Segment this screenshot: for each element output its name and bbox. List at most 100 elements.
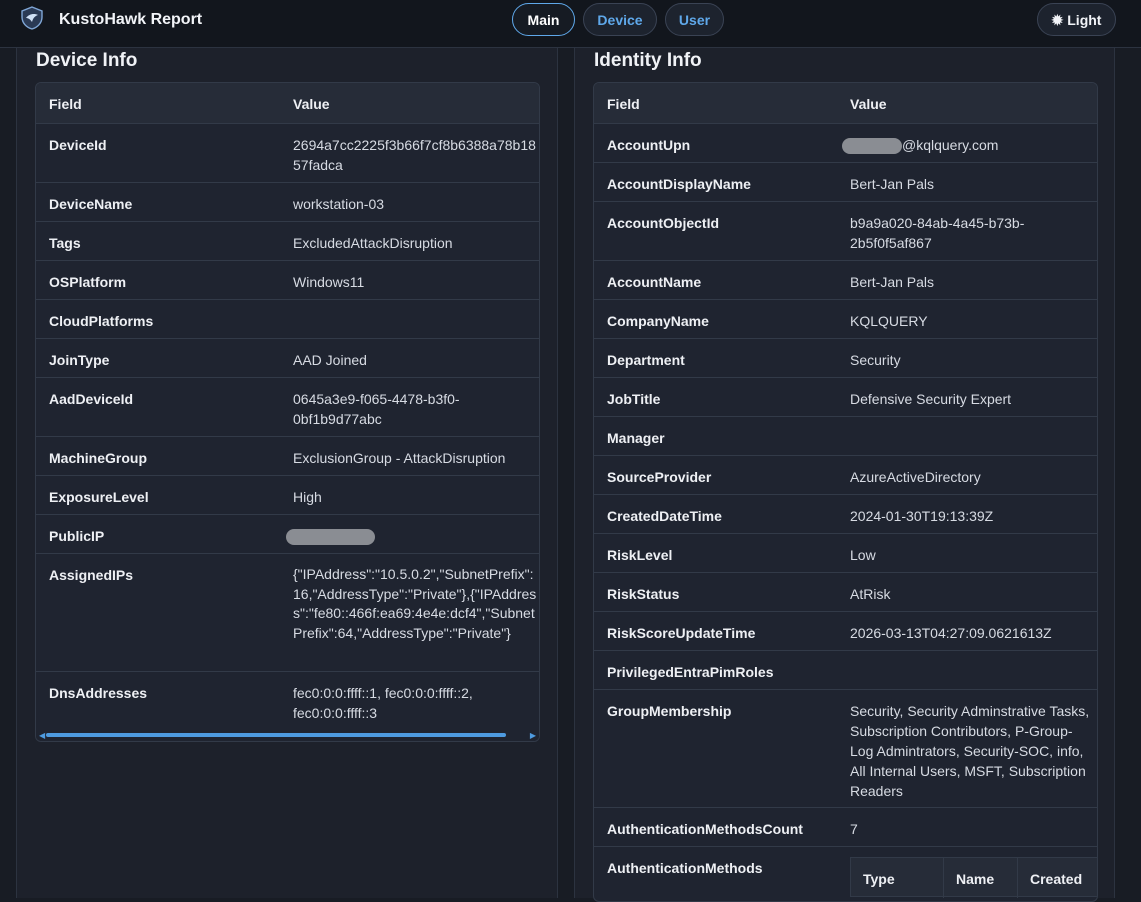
field-label: CloudPlatforms (49, 313, 154, 329)
field-label: AccountDisplayName (607, 176, 751, 192)
field-label: RiskScoreUpdateTime (607, 625, 756, 641)
table-row: RiskLevel Low (594, 534, 1097, 573)
column-header-field: Field (49, 96, 82, 112)
field-value: b9a9a020-84ab-4a45-b73b-2b5f0f5af867 (850, 215, 1025, 251)
tab-device[interactable]: Device (583, 3, 657, 36)
field-value: 2026-03-13T04:27:09.0621613Z (850, 625, 1052, 641)
field-label: AccountName (607, 274, 702, 290)
field-value: workstation-03 (293, 196, 385, 212)
table-row: RiskStatus AtRisk (594, 573, 1097, 612)
table-header: Field Value (36, 83, 539, 124)
field-label: SourceProvider (607, 469, 712, 485)
field-value: AAD Joined (293, 352, 367, 368)
field-label: RiskStatus (607, 586, 680, 602)
table-row: JoinType AAD Joined (36, 339, 539, 378)
table-row: RiskScoreUpdateTime 2026-03-13T04:27:09.… (594, 612, 1097, 651)
table-row: AadDeviceId 0645a3e9-f065-4478-b3f0-0bf1… (36, 378, 539, 437)
field-label: AuthenticationMethods (607, 860, 763, 876)
table-row: Department Security (594, 339, 1097, 378)
field-label: CreatedDateTime (607, 508, 722, 524)
table-row: PrivilegedEntraPimRoles (594, 651, 1097, 690)
field-value (850, 417, 1097, 428)
field-label: ExposureLevel (49, 489, 149, 505)
field-value: Security, Security Adminstrative Tasks, … (850, 703, 1090, 799)
table-row: ExposureLevel High (36, 476, 539, 515)
field-label: MachineGroup (49, 450, 148, 466)
scroll-left-icon[interactable]: ◀ (39, 731, 45, 740)
auth-methods-col-name: Name (944, 858, 1018, 898)
field-label: RiskLevel (607, 547, 673, 563)
field-value (850, 651, 1097, 662)
field-label: Tags (49, 235, 81, 251)
field-value-redacted (286, 515, 534, 546)
table-row: CompanyName KQLQUERY (594, 300, 1097, 339)
table-row: OSPlatform Windows11 (36, 261, 539, 300)
top-bar: KustoHawk Report Main Device User ✹ Ligh… (0, 0, 1141, 48)
tab-user[interactable]: User (665, 3, 724, 36)
field-label: AccountUpn (607, 137, 691, 153)
table-row: JobTitle Defensive Security Expert (594, 378, 1097, 417)
column-header-field: Field (607, 96, 640, 112)
field-label: DeviceId (49, 137, 107, 153)
field-value (293, 300, 539, 311)
horizontal-scrollbar[interactable]: ◀ ▶ (36, 728, 539, 741)
field-label: GroupMembership (607, 703, 732, 719)
table-row: AssignedIPs {"IPAddress":"10.5.0.2","Sub… (36, 554, 539, 672)
field-value: Bert-Jan Pals (850, 176, 935, 192)
theme-toggle-label: Light (1067, 11, 1102, 28)
field-value: ExcludedAttackDisruption (293, 235, 453, 251)
field-value: High (293, 489, 322, 505)
device-info-title: Device Info (36, 50, 138, 71)
identity-info-panel: Identity Info Field Value AccountUpn @kq… (574, 48, 1115, 902)
field-label: AadDeviceId (49, 391, 134, 407)
field-label: AuthenticationMethodsCount (607, 821, 803, 837)
field-label: Department (607, 352, 685, 368)
table-row: AccountName Bert-Jan Pals (594, 261, 1097, 300)
table-row: PublicIP (36, 515, 539, 554)
field-value: 7 (850, 821, 858, 837)
auth-methods-col-type: Type (851, 858, 944, 898)
auth-methods-table: Type Name Created (850, 857, 1097, 898)
table-row: DnsAddresses fec0:0:0:ffff::1, fec0:0:0:… (36, 672, 539, 728)
field-label: OSPlatform (49, 274, 127, 290)
theme-toggle-button[interactable]: ✹ Light (1037, 3, 1116, 36)
redaction-mask (286, 529, 375, 546)
field-value: AzureActiveDirectory (850, 469, 981, 485)
column-header-value: Value (850, 96, 887, 112)
table-row: Manager (594, 417, 1097, 456)
field-label: PublicIP (49, 528, 105, 544)
app-title: KustoHawk Report (59, 11, 203, 28)
field-value: 2694a7cc2225f3b66f7cf8b6388a78b1857fadca (293, 137, 536, 173)
field-value: @kqlquery.com (842, 124, 1092, 155)
field-label: PrivilegedEntraPimRoles (607, 664, 774, 680)
table-row: DeviceId 2694a7cc2225f3b66f7cf8b6388a78b… (36, 124, 539, 183)
field-value: Low (850, 547, 876, 563)
redaction-mask (842, 138, 902, 155)
table-row: AccountDisplayName Bert-Jan Pals (594, 163, 1097, 202)
table-row: AuthenticationMethodsCount 7 (594, 808, 1097, 847)
table-row: MachineGroup ExclusionGroup - AttackDisr… (36, 437, 539, 476)
field-value: Windows11 (293, 274, 365, 290)
field-value: fec0:0:0:ffff::1, fec0:0:0:ffff::2, fec0… (293, 685, 473, 721)
field-value: 0645a3e9-f065-4478-b3f0-0bf1b9d77abc (293, 391, 460, 427)
table-header: Field Value (594, 83, 1097, 124)
scroll-thumb[interactable] (46, 733, 506, 737)
field-label: JobTitle (607, 391, 661, 407)
field-label: DeviceName (49, 196, 133, 212)
table-row: Tags ExcludedAttackDisruption (36, 222, 539, 261)
field-value: Defensive Security Expert (850, 391, 1012, 407)
table-row: AccountUpn @kqlquery.com (594, 124, 1097, 163)
field-value: Security (850, 352, 901, 368)
identity-info-table: Field Value AccountUpn @kqlquery.com Acc… (593, 82, 1098, 902)
field-label: Manager (607, 430, 665, 446)
tab-main[interactable]: Main (512, 3, 575, 36)
scroll-right-icon[interactable]: ▶ (530, 731, 536, 740)
table-row: AccountObjectId b9a9a020-84ab-4a45-b73b-… (594, 202, 1097, 261)
table-row: GroupMembership Security, Security Admin… (594, 690, 1097, 808)
table-row: DeviceName workstation-03 (36, 183, 539, 222)
field-value: 2024-01-30T19:13:39Z (850, 508, 994, 524)
auth-methods-col-created: Created (1030, 871, 1083, 887)
hawk-logo-icon (21, 6, 43, 30)
upn-domain: @kqlquery.com (902, 137, 999, 153)
device-info-panel: Device Info Field Value DeviceId 2694a7c… (16, 48, 558, 898)
